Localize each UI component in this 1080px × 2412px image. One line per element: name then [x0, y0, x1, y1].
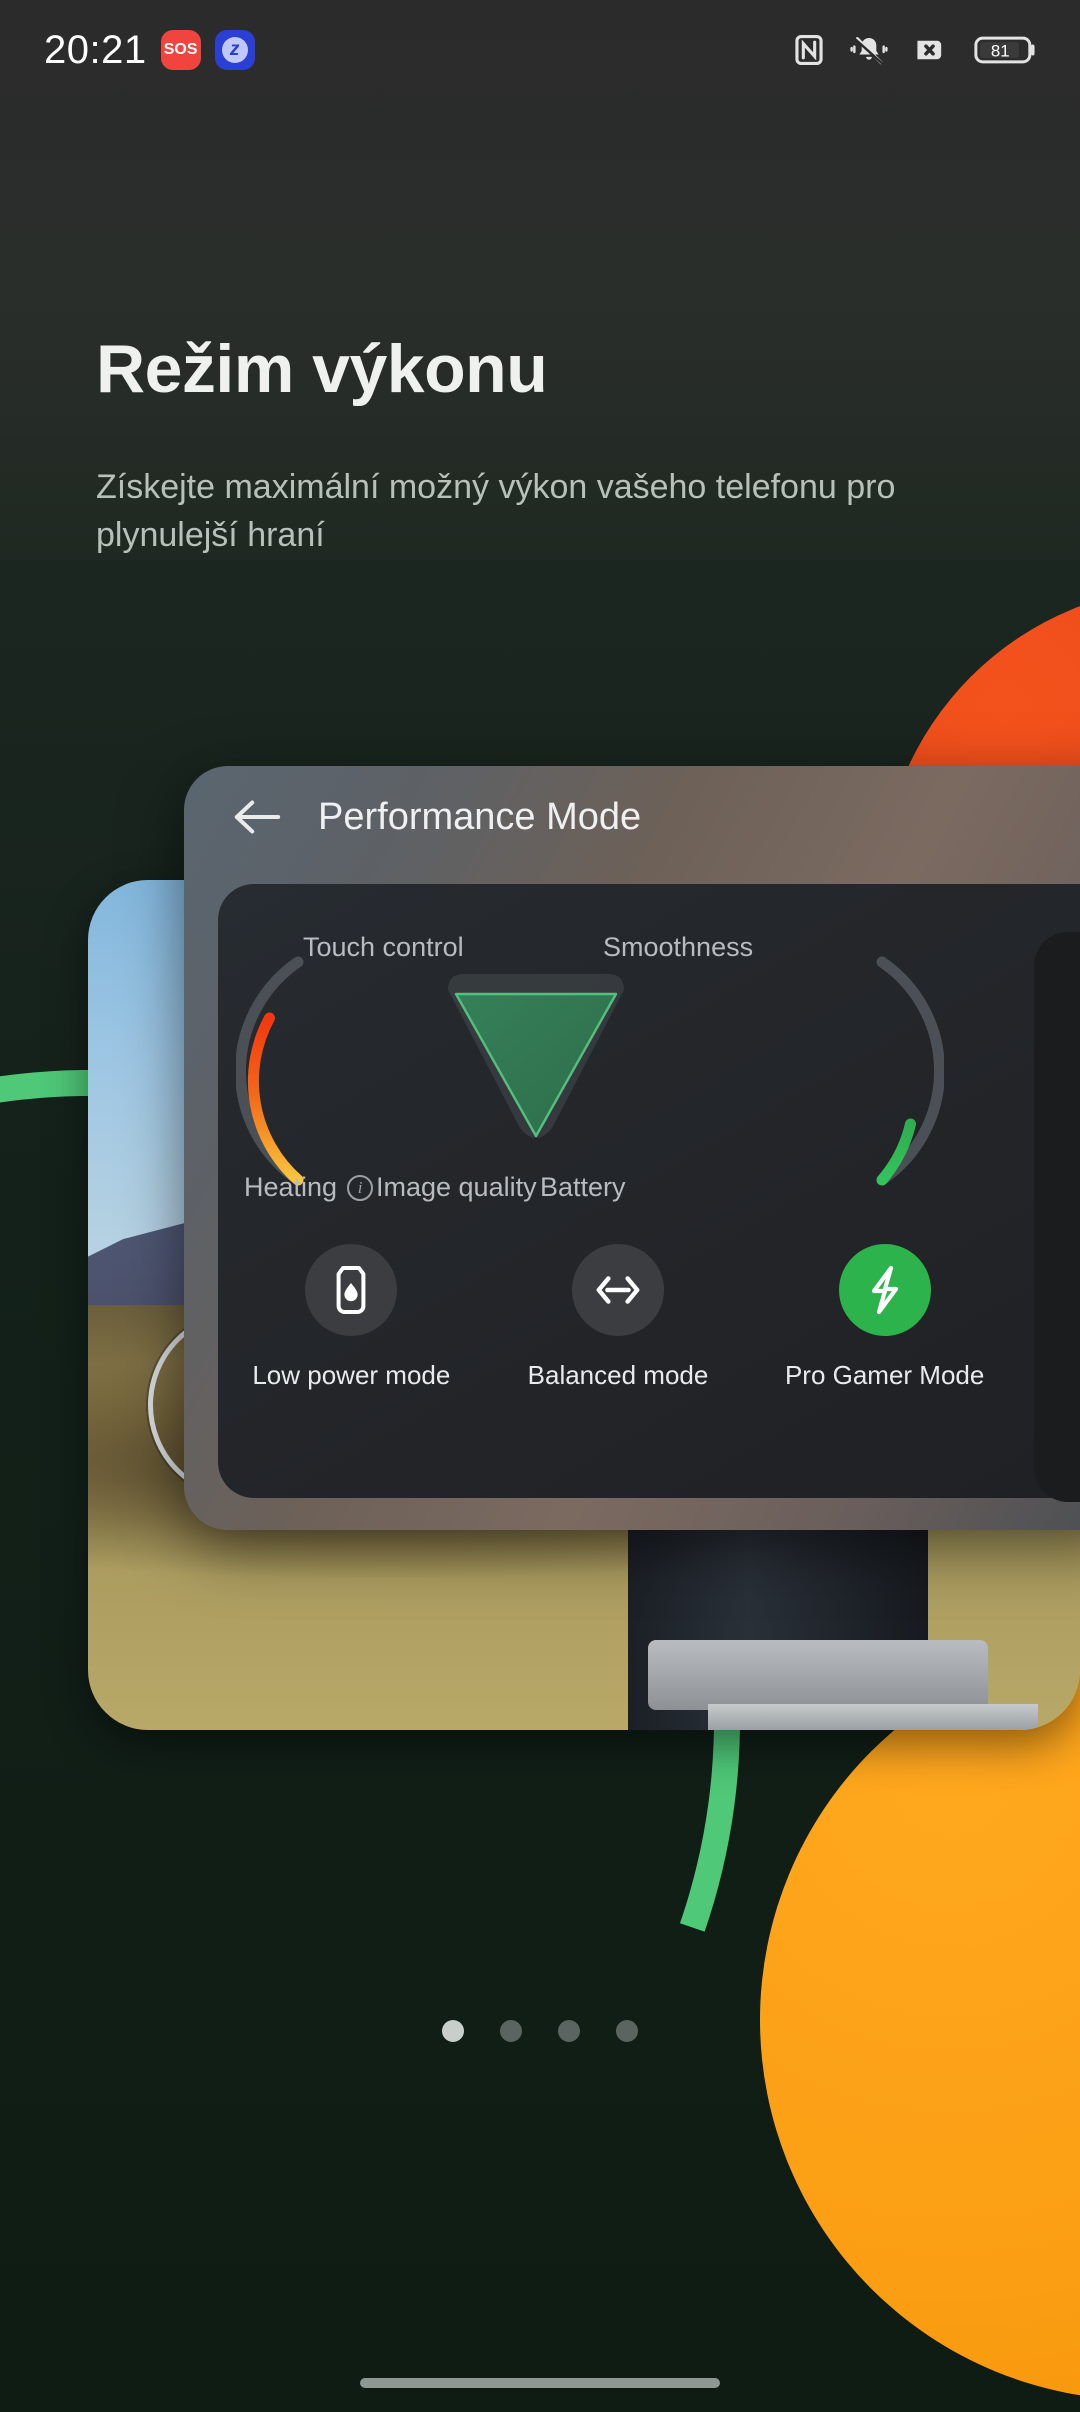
gauge-label-smoothness: Smoothness	[603, 932, 754, 962]
gauge-label-touch-control: Touch control	[303, 932, 464, 962]
page-dot-4[interactable]	[616, 2020, 638, 2042]
status-bar-left: 20:21 SOS z	[44, 28, 255, 73]
home-indicator[interactable]	[360, 2378, 720, 2388]
performance-gauges: Touch control Smoothness Heating i Image…	[218, 884, 1018, 1228]
mode-option-pro-gamer[interactable]: Pro Gamer Mode	[770, 1244, 1000, 1391]
battery-gauge	[786, 956, 944, 1186]
gauge-label-image-quality: Image quality	[376, 1172, 537, 1202]
page-indicator	[0, 2020, 1080, 2042]
page-subtitle: Získejte maximální možný výkon vašeho te…	[96, 468, 896, 554]
sos-badge-icon: SOS	[160, 30, 201, 70]
battery-level-label: 81	[991, 42, 1010, 61]
game-character-boot	[648, 1640, 988, 1710]
performance-mode-title: Performance Mode	[318, 795, 642, 838]
sos-badge-label: SOS	[163, 41, 198, 58]
status-bar-right: 81	[792, 33, 1036, 67]
mode-option-low-power[interactable]: Low power mode	[236, 1244, 466, 1391]
zello-badge-label: z	[221, 37, 248, 63]
performance-mode-side-card[interactable]	[1034, 932, 1080, 1502]
bell-muted-icon	[850, 37, 888, 65]
mode-option-balanced[interactable]: Balanced mode	[503, 1244, 733, 1391]
arrow-left-icon[interactable]	[232, 797, 282, 837]
performance-radar-triangle	[426, 952, 646, 1172]
pro-gamer-mode-button[interactable]	[838, 1244, 931, 1336]
sim-card-off-icon	[917, 40, 942, 60]
battery-icon: 81	[974, 36, 1035, 64]
zello-badge-icon: z	[214, 30, 255, 70]
battery-drop-icon	[336, 1266, 366, 1314]
performance-mode-header: Performance Mode	[184, 766, 1080, 868]
game-bottom-bar	[708, 1704, 1038, 1730]
hero-section: Režim výkonu Získejte maximální možný vý…	[0, 330, 1080, 559]
pro-gamer-mode-label: Pro Gamer Mode	[784, 1360, 985, 1390]
nfc-icon	[795, 34, 823, 66]
balanced-mode-label: Balanced mode	[527, 1360, 709, 1390]
page-title: Režim výkonu	[96, 331, 548, 407]
low-power-mode-button[interactable]	[305, 1244, 398, 1336]
low-power-mode-label: Low power mode	[252, 1360, 451, 1390]
status-bar-clock: 20:21	[44, 27, 147, 72]
info-icon[interactable]: i	[347, 1174, 374, 1201]
gauge-label-battery: Battery	[540, 1172, 626, 1202]
arrows-balance-icon	[596, 1276, 640, 1304]
page-dot-2[interactable]	[500, 2020, 522, 2042]
gauge-label-heating-text: Heating	[244, 1172, 338, 1202]
lightning-bolt-icon	[871, 1265, 898, 1315]
performance-mode-panel: Performance Mode Touch control Smoothnes…	[184, 766, 1080, 1530]
heating-gauge	[236, 956, 394, 1186]
balanced-mode-button[interactable]	[571, 1244, 664, 1336]
radar-value-shape	[454, 992, 618, 1138]
page-dot-3[interactable]	[558, 2020, 580, 2042]
gauge-label-heating: Heating i	[244, 1172, 374, 1203]
performance-mode-content: Touch control Smoothness Heating i Image…	[218, 884, 1080, 1498]
status-bar: 20:21 SOS z 81	[0, 0, 1080, 100]
page-dot-1[interactable]	[442, 2020, 464, 2042]
performance-mode-selector: Low power mode Balanced mode Pro Gamer M…	[218, 1244, 1018, 1391]
